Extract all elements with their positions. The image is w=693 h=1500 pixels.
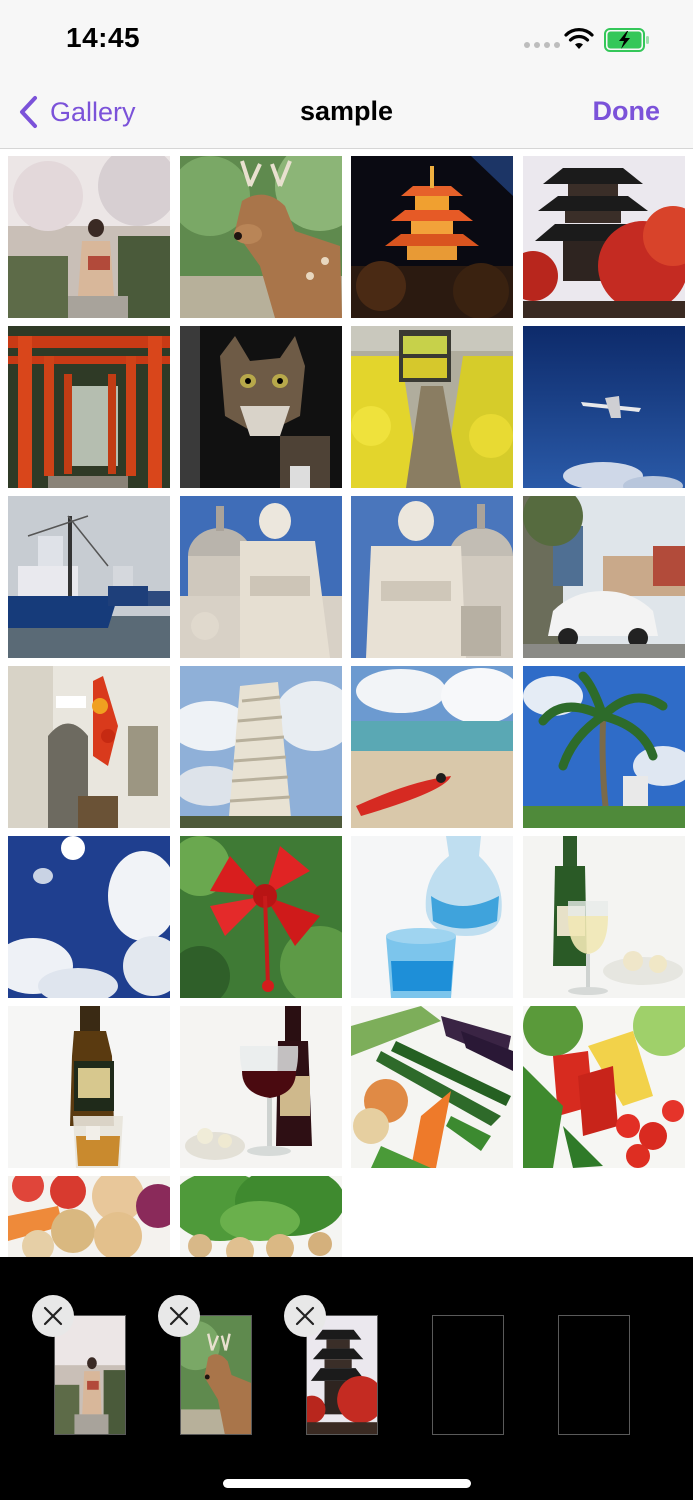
selection-tray [0, 1257, 693, 1500]
photo-thumbnail-statue-1[interactable] [180, 496, 342, 658]
remove-selected-2-button[interactable] [158, 1295, 200, 1337]
photo-thumbnail-harbor[interactable] [8, 496, 170, 658]
photo-thumbnail-train[interactable] [351, 326, 513, 488]
photo-thumbnail-hibiscus[interactable] [180, 836, 342, 998]
photo-thumbnail-palm-tree[interactable] [523, 666, 685, 828]
page-title: sample [299, 96, 394, 126]
empty-slot-4 [432, 1315, 504, 1435]
photo-thumbnail-pisa[interactable] [180, 666, 342, 828]
photo-thumbnail-blue-carafe[interactable] [351, 836, 513, 998]
photo-thumbnail-deer[interactable] [180, 156, 342, 318]
photo-thumbnail-torii[interactable] [8, 326, 170, 488]
remove-selected-3-button[interactable] [284, 1295, 326, 1337]
photo-thumbnail-sun-clouds[interactable] [8, 836, 170, 998]
photo-thumbnail-airplane[interactable] [523, 326, 685, 488]
empty-slot-5 [558, 1315, 630, 1435]
photo-thumbnail-alley-peppers[interactable] [8, 666, 170, 828]
photo-thumbnail-statue-2[interactable] [351, 496, 513, 658]
photo-thumbnail-cucumber-vegetables[interactable] [351, 1006, 513, 1168]
navigation-bar: Gallery sample Done [0, 78, 693, 149]
remove-selected-1-button[interactable] [32, 1295, 74, 1337]
photo-thumbnail-white-wine[interactable] [523, 836, 685, 998]
photo-thumbnail-red-wine[interactable] [180, 1006, 342, 1168]
photo-thumbnail-beach-kayak[interactable] [351, 666, 513, 828]
done-button[interactable]: Done [593, 96, 661, 127]
photo-thumbnail-kimono[interactable] [8, 156, 170, 318]
close-icon [43, 1306, 63, 1326]
close-icon [169, 1306, 189, 1326]
status-time: 14:45 [66, 22, 141, 53]
cellular-signal-icon [524, 42, 560, 50]
home-indicator [223, 1479, 471, 1488]
photo-thumbnail-beetle-car[interactable] [523, 496, 685, 658]
photo-thumbnail-potato-onion[interactable] [8, 1176, 170, 1257]
photo-thumbnail-pagoda-night[interactable] [351, 156, 513, 318]
photo-thumbnail-pepper-corn[interactable] [523, 1006, 685, 1168]
photo-thumbnail-lettuce[interactable] [180, 1176, 342, 1257]
close-icon [295, 1306, 315, 1326]
wifi-icon [564, 28, 594, 49]
photo-grid[interactable] [0, 149, 693, 1257]
status-bar: 14:45 [0, 0, 693, 78]
battery-charging-icon [604, 28, 649, 52]
photo-thumbnail-cat[interactable] [180, 326, 342, 488]
photo-thumbnail-pagoda-autumn[interactable] [523, 156, 685, 318]
photo-thumbnail-whisky[interactable] [8, 1006, 170, 1168]
